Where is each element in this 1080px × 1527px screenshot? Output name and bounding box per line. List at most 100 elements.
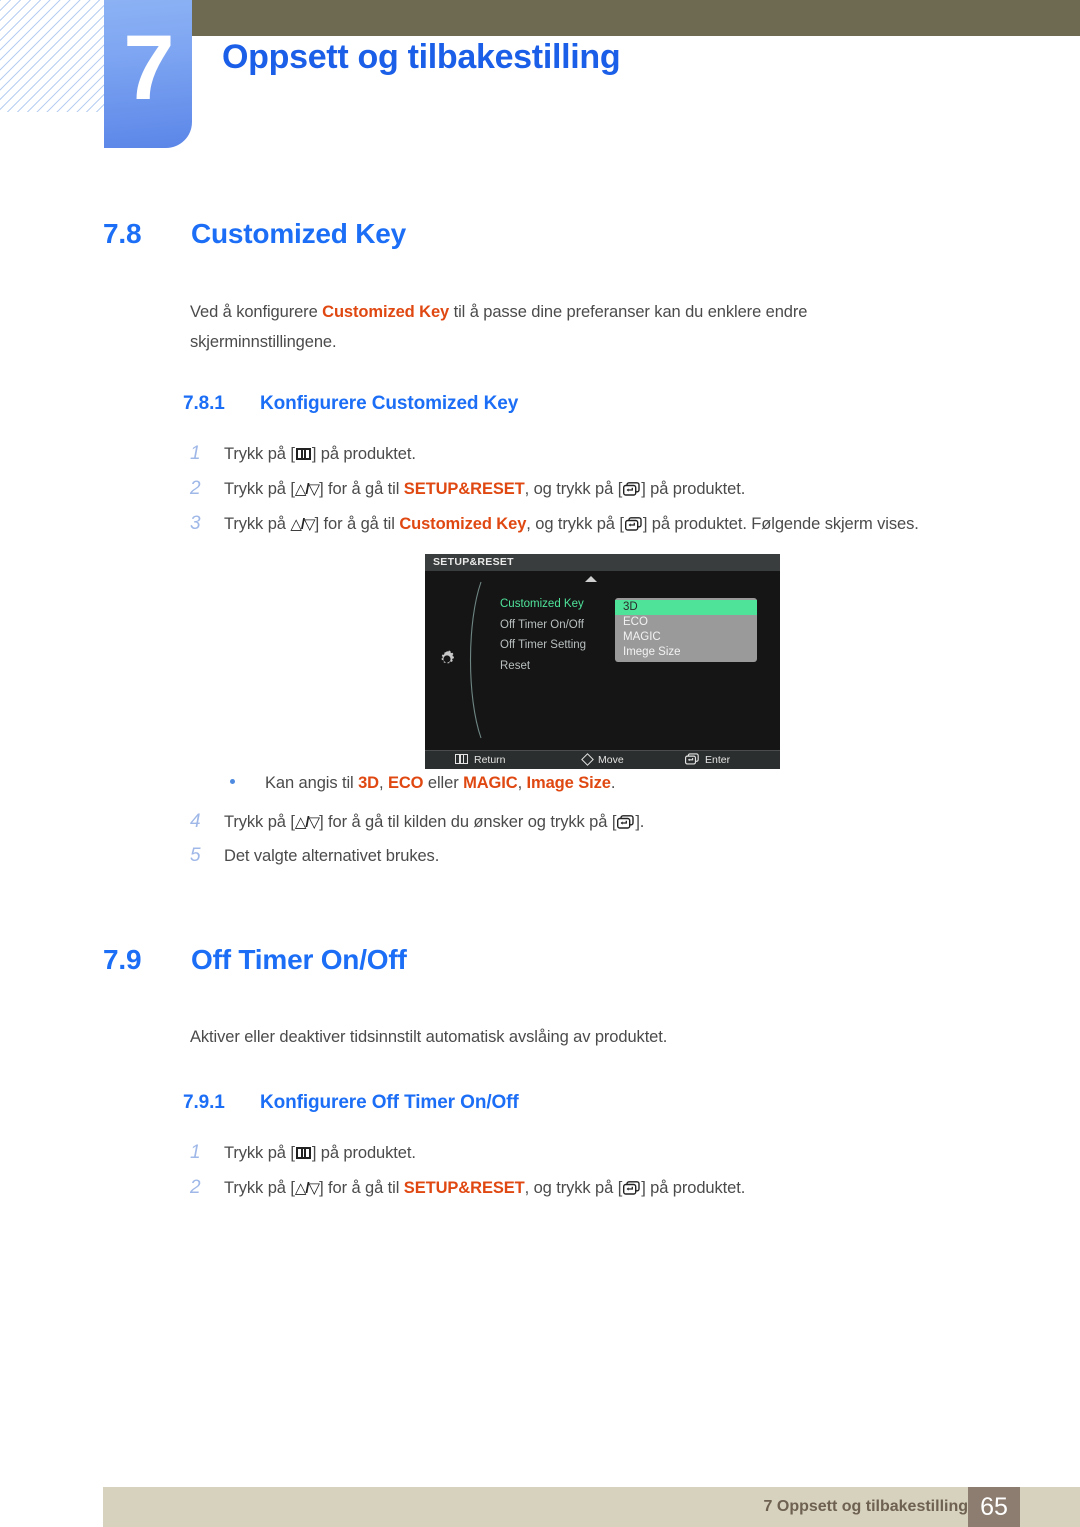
- osd-return-action[interactable]: Return: [455, 751, 506, 769]
- osd-item-label: Off Timer Setting: [500, 639, 587, 651]
- section-title: Customized Key: [191, 218, 407, 249]
- diamond-navigation-icon: [581, 753, 594, 766]
- osd-item-list: Customized Key: Off Timer On/Off: Off Ti…: [500, 594, 688, 677]
- step-number: 4: [190, 811, 201, 832]
- up-down-key-icon: △/▽: [294, 481, 320, 498]
- step-text: ] for å gå til: [319, 480, 404, 498]
- step-item: 4 Trykk på [△/▽] for å gå til kilden du ø…: [190, 811, 644, 834]
- enter-key-icon: [624, 517, 642, 531]
- step-item: 3 Trykk på △/▽] for å gå til Customized K…: [190, 513, 919, 536]
- osd-list-item[interactable]: Off Timer On/Off:: [500, 615, 688, 636]
- osd-item-label: Off Timer On/Off: [500, 618, 584, 631]
- enter-key-icon: [617, 815, 635, 829]
- step-text: ] for å gå til kilden du ønsker og trykk…: [319, 813, 617, 831]
- bullet-text: ,: [378, 774, 388, 792]
- bullet-dot-icon: [230, 779, 235, 784]
- subsection-heading-7-8-1: 7.8.1 Konfigurere Customized Key: [183, 393, 518, 415]
- section-7-9-intro: Aktiver eller deaktiver tidsinnstilt aut…: [190, 1028, 668, 1046]
- up-down-key-icon: △/▽: [294, 1180, 320, 1197]
- step-text: , og trykk på [: [526, 515, 624, 533]
- menu-key-icon: [295, 448, 311, 460]
- step-text: ] for å gå til: [319, 1179, 404, 1197]
- bullet-text: .: [610, 774, 616, 792]
- step-text: Trykk på [: [224, 813, 295, 831]
- step-text: Trykk på [: [224, 1144, 295, 1162]
- step-text: Trykk på [: [224, 480, 295, 498]
- bullet-option: Image Size: [526, 774, 611, 792]
- gear-icon: [436, 648, 458, 670]
- osd-submenu-item[interactable]: ECO: [615, 615, 757, 630]
- subsection-title: Konfigurere Customized Key: [260, 393, 519, 414]
- section-heading-7-8: 7.8 Customized Key: [103, 218, 406, 250]
- osd-item-label: Customized Key: [500, 598, 584, 610]
- step-text: ] på produktet.: [641, 1179, 746, 1197]
- step-accent: Customized Key: [399, 515, 527, 533]
- osd-list-item[interactable]: Customized Key:: [500, 594, 688, 615]
- menu-key-icon: [295, 1147, 311, 1159]
- enter-key-icon: [623, 482, 640, 496]
- section-number: 7.8: [103, 218, 142, 249]
- step-item: 5 Det valgte alternativet brukes.: [190, 845, 439, 867]
- step-text: Trykk på: [224, 515, 291, 533]
- step-text: ] på produktet.: [641, 480, 746, 498]
- bullet-option: ECO: [387, 774, 424, 792]
- bullet-option: 3D: [358, 774, 379, 792]
- osd-enter-label: Enter: [705, 754, 731, 766]
- step-text: Trykk på [: [224, 445, 295, 463]
- step-text: Trykk på [: [224, 1179, 295, 1197]
- osd-menu-screenshot: SETUP&RESET Customized Key: Off Timer On…: [425, 554, 780, 769]
- osd-submenu-item[interactable]: 3D: [615, 600, 757, 615]
- osd-submenu-item[interactable]: Imege Size: [615, 645, 757, 660]
- step-text: ] på produktet.: [311, 1144, 416, 1162]
- step-text: Det valgte alternativet brukes.: [224, 847, 440, 865]
- step-number: 2: [190, 1177, 201, 1198]
- step-text: ] for å gå til: [314, 515, 400, 533]
- osd-list-item[interactable]: Off Timer Setting:: [500, 635, 688, 656]
- step-item: 1 Trykk på [] på produktet.: [190, 443, 416, 465]
- section-title: Off Timer On/Off: [191, 944, 407, 975]
- enter-key-icon: [623, 1181, 640, 1195]
- chapter-title: Oppsett og tilbakestilling: [222, 38, 621, 76]
- bullet-option: MAGIC: [463, 774, 518, 792]
- osd-list-item[interactable]: Reset: [500, 656, 586, 677]
- osd-footer-bar: Return Move Enter: [425, 750, 780, 769]
- header-olive-bar: [192, 0, 1080, 36]
- subsection-title: Konfigurere Off Timer On/Off: [260, 1092, 519, 1113]
- osd-submenu-panel: 3D ECO MAGIC Imege Size: [615, 598, 757, 662]
- step-number: 5: [190, 845, 201, 866]
- page-number: 65: [968, 1487, 1020, 1527]
- subsection-number: 7.9.1: [183, 1092, 225, 1113]
- osd-move-label: Move: [598, 754, 624, 766]
- step-item: 1 Trykk på [ ] på produktet.: [190, 1142, 416, 1164]
- subsection-number: 7.8.1: [183, 393, 225, 414]
- bullet-text: Kan angis til: [265, 774, 359, 792]
- section-heading-7-9: 7.9 Off Timer On/Off: [103, 944, 407, 976]
- intro-accent: Customized Key: [322, 303, 450, 321]
- step-text: ].: [635, 813, 645, 831]
- step-text: , og trykk på [: [524, 480, 623, 498]
- osd-submenu-item[interactable]: MAGIC: [615, 630, 757, 645]
- enter-key-icon: [684, 753, 699, 765]
- subsection-heading-7-9-1: 7.9.1 Konfigurere Off Timer On/Off: [183, 1092, 519, 1114]
- step-number: 3: [190, 513, 201, 534]
- chapter-number-tab: 7: [104, 0, 192, 148]
- section-7-8-intro: Ved å konfigurere Customized Key til å p…: [190, 297, 930, 357]
- osd-return-label: Return: [474, 754, 506, 766]
- section-number: 7.9: [103, 944, 142, 975]
- step-accent: SETUP&RESET: [403, 1179, 525, 1197]
- up-down-key-icon: △/▽: [290, 516, 315, 533]
- osd-scroll-up-arrow-icon: [585, 576, 597, 582]
- step-text: ] på produktet. Følgende skjerm vises.: [642, 515, 919, 533]
- osd-decorative-arc: [461, 580, 491, 740]
- step-accent: SETUP&RESET: [403, 480, 525, 498]
- step-number: 1: [190, 1142, 201, 1163]
- bullet-text: ,: [517, 774, 527, 792]
- intro-text-3: skjerminnstillingene.: [190, 333, 337, 351]
- osd-move-action[interactable]: Move: [581, 751, 624, 769]
- step-text: ] på produktet.: [311, 445, 416, 463]
- osd-title: SETUP&RESET: [425, 554, 780, 571]
- osd-enter-action[interactable]: Enter: [684, 751, 731, 769]
- intro-text-2: til å passe dine preferanser kan du enkl…: [449, 303, 808, 321]
- decorative-hatch-pattern: [0, 0, 104, 112]
- step-text: , og trykk på [: [524, 1179, 623, 1197]
